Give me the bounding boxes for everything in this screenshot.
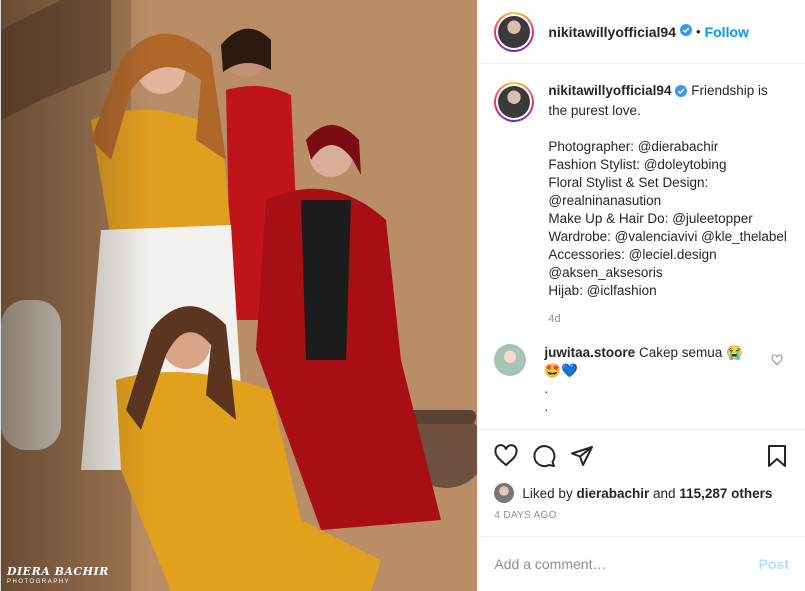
bookmark-icon[interactable] — [765, 444, 789, 468]
caption: nikitawillyofficial94 Friendship is the … — [494, 82, 789, 328]
watermark-title: DIERA BACHIR — [7, 565, 109, 578]
photo-shade — [1, 0, 151, 591]
verified-badge-icon — [680, 24, 693, 39]
post-button[interactable]: Post — [759, 556, 789, 572]
post-photo[interactable]: DIERA BACHIR PHOTOGRAPHY — [1, 0, 478, 591]
commenter-username[interactable]: juwitaa.stoore — [544, 345, 635, 360]
author-username[interactable]: nikitawillyofficial94 — [548, 24, 676, 40]
verified-badge-icon — [675, 84, 688, 102]
likes-and: and — [653, 485, 676, 501]
likes-count[interactable]: 115,287 others — [679, 486, 772, 501]
commenter-avatar[interactable] — [494, 344, 527, 376]
comment-body: juwitaa.stoore Cakep semua 😭 🤩💙 . . — [544, 344, 754, 416]
caption-body: nikitawillyofficial94 Friendship is the … — [548, 82, 789, 328]
post-date[interactable]: 4 DAYS AGO — [478, 504, 805, 528]
heart-icon[interactable] — [494, 444, 518, 468]
liker-avatar[interactable] — [494, 483, 515, 503]
action-bar — [478, 430, 805, 482]
add-comment-bar: Post — [478, 536, 805, 591]
author-avatar[interactable] — [494, 11, 535, 52]
comment-input[interactable] — [494, 556, 759, 572]
caption-time[interactable]: 4d — [548, 310, 789, 328]
share-icon[interactable] — [570, 444, 594, 468]
header-separator: • — [696, 24, 701, 39]
liker-username[interactable]: dierabachir — [576, 486, 649, 501]
comment-item: juwitaa.stoore Cakep semua 😭 🤩💙 . . — [494, 344, 789, 416]
post-sidebar: nikitawillyofficial94 • Follow nikitawil… — [477, 0, 805, 591]
avatar-image — [498, 15, 531, 48]
post-header: nikitawillyofficial94 • Follow — [478, 0, 805, 64]
caption-text: Friendship is the purest love. Photograp… — [548, 83, 787, 298]
caption-avatar-image — [498, 86, 531, 118]
watermark-subtitle: PHOTOGRAPHY — [7, 579, 71, 585]
comments-area[interactable]: nikitawillyofficial94 Friendship is the … — [478, 64, 805, 430]
caption-avatar[interactable] — [494, 82, 535, 122]
comment-icon[interactable] — [532, 444, 556, 468]
likes-prefix: Liked by — [522, 485, 573, 501]
small-heart-icon[interactable] — [771, 354, 783, 369]
caption-username[interactable]: nikitawillyofficial94 — [548, 83, 671, 98]
follow-button[interactable]: Follow — [705, 24, 749, 40]
likes-summary: Liked by dierabachir and 115,287 others — [478, 482, 805, 504]
photo-watermark: DIERA BACHIR PHOTOGRAPHY — [7, 565, 109, 585]
instagram-post-modal: DIERA BACHIR PHOTOGRAPHY nikitawillyoffi… — [0, 0, 805, 591]
